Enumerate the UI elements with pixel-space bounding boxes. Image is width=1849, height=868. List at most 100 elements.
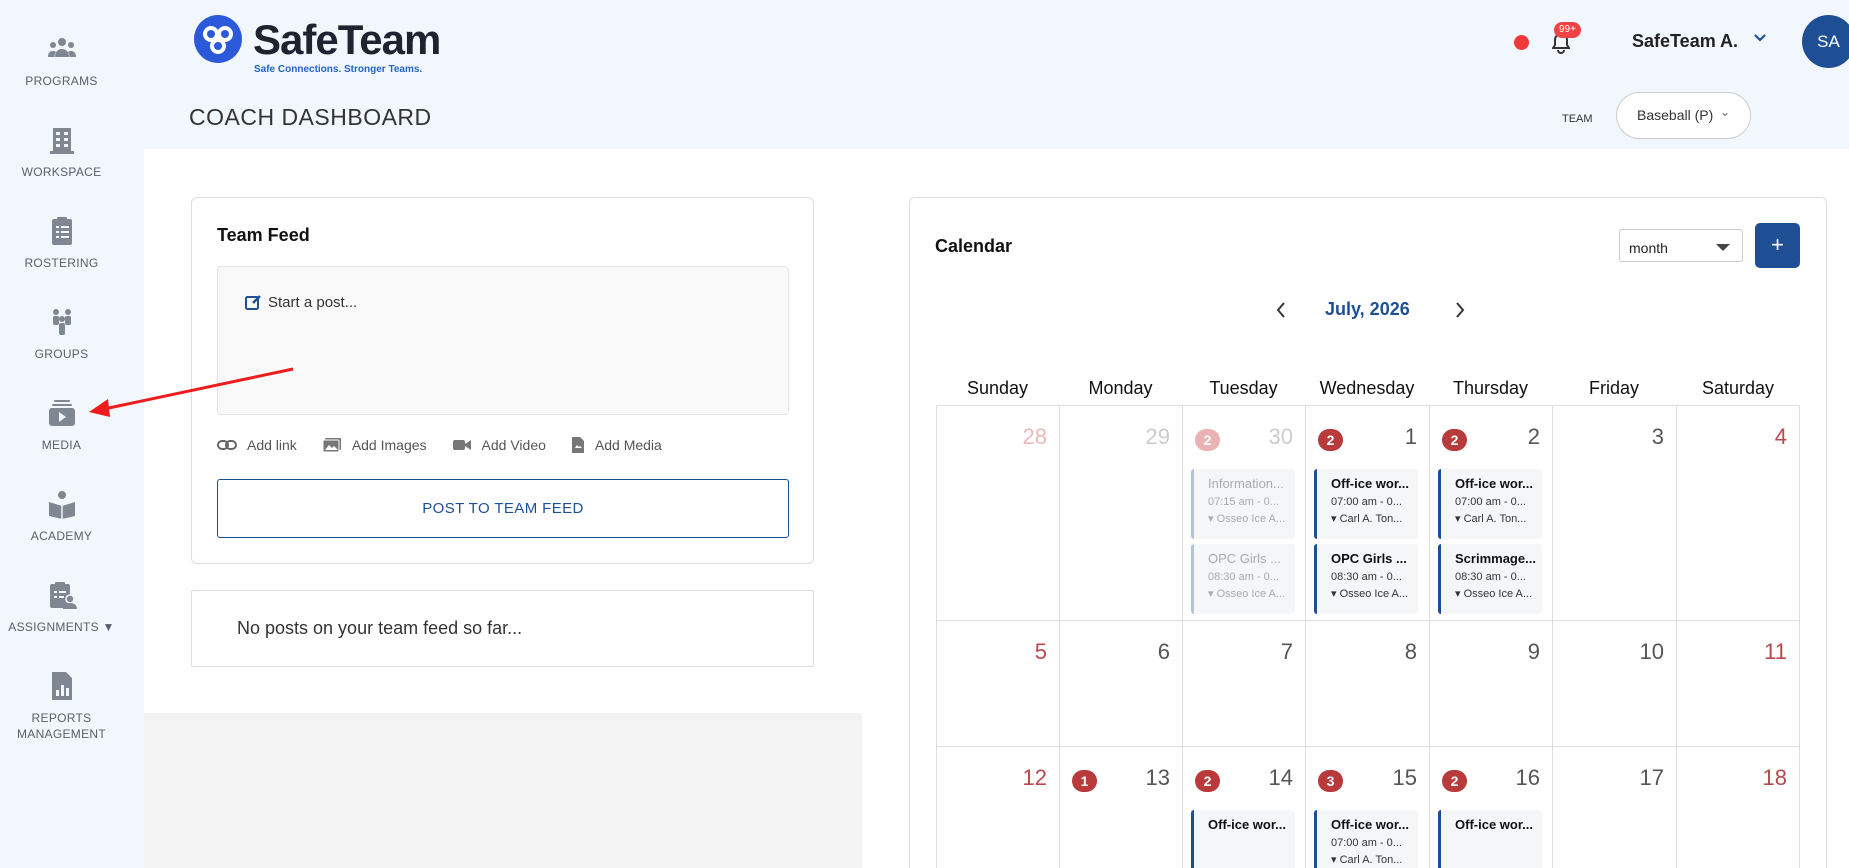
day-number: 9: [1527, 639, 1540, 664]
event-location-text: Carl A. Ton...: [1463, 513, 1527, 525]
user-name[interactable]: SafeTeam A.: [1632, 31, 1738, 52]
chevron-left-icon[interactable]: [1274, 301, 1288, 319]
avatar[interactable]: SA: [1802, 15, 1849, 68]
main-gray-area: [144, 713, 862, 868]
calendar-day-cell[interactable]: 4: [1676, 405, 1800, 620]
event-title: Scrimmage...: [1455, 551, 1536, 566]
event-time: 07:15 am - 0...: [1208, 496, 1279, 508]
location-pin-icon: ▾: [1208, 588, 1217, 600]
calendar-day-cell[interactable]: 14 2 Off-ice wor...: [1182, 746, 1305, 868]
post-to-team-feed-button[interactable]: POST TO TEAM FEED: [217, 479, 789, 538]
calendar-event[interactable]: OPC Girls ... 08:30 am - 0... ▾ Osseo Ice …: [1191, 544, 1295, 614]
sidebar-item-rostering[interactable]: ROSTERING: [0, 215, 123, 271]
day-number: 14: [1268, 765, 1293, 790]
file-icon: [571, 437, 584, 453]
location-pin-icon: ▾: [1455, 588, 1464, 600]
event-location-text: Osseo Ice A...: [1216, 513, 1286, 525]
calendar-day-cell[interactable]: 28: [936, 405, 1059, 620]
calendar-day-cell[interactable]: 2 2 Off-ice wor... 07:00 am - 0... ▾ Carl A.…: [1429, 405, 1552, 620]
event-count-badge: 1: [1072, 770, 1097, 792]
calendar-day-cell[interactable]: 30 2 Information... 07:15 am - 0... ▾ Osseo …: [1182, 405, 1305, 620]
weekday-label: Friday: [1588, 378, 1639, 398]
add-media-button[interactable]: Add Media: [571, 436, 662, 454]
team-feed-title: Team Feed: [217, 225, 310, 245]
calendar-day-cell[interactable]: 18: [1676, 746, 1800, 868]
day-number: 16: [1515, 765, 1540, 790]
sidebar-item-label: WORKSPACE: [21, 165, 102, 179]
calendar-card: Calendar month + July, 2026 Sunday Monday…: [909, 197, 1827, 868]
calendar-day-cell[interactable]: 15 3 Off-ice wor... 07:00 am - 0... ▾ Carl A…: [1305, 746, 1429, 868]
event-count-badge: 2: [1195, 429, 1220, 451]
calendar-title: Calendar: [935, 236, 1013, 256]
calendar-event[interactable]: Off-ice wor... 07:00 am - 0... ▾ Carl A. T…: [1314, 810, 1418, 868]
calendar-event[interactable]: Off-ice wor...: [1191, 810, 1295, 868]
add-video-label: Add Video: [481, 437, 546, 453]
calendar-event[interactable]: Information... 07:15 am - 0... ▾ Osseo Ice…: [1191, 469, 1295, 539]
post-input[interactable]: Start a post...: [217, 266, 789, 415]
team-select[interactable]: Baseball (P) ⌄: [1616, 92, 1751, 139]
event-title: Information...: [1208, 476, 1284, 491]
sidebar-item-media[interactable]: MEDIA: [0, 397, 123, 453]
calendar-event[interactable]: Off-ice wor... 07:00 am - 0... ▾ Carl A. T…: [1438, 469, 1542, 539]
sidebar-item-academy[interactable]: ACADEMY: [0, 488, 123, 544]
calendar-event[interactable]: Off-ice wor...: [1438, 810, 1542, 868]
calendar-day-cell[interactable]: 8: [1305, 620, 1429, 746]
calendar-event[interactable]: Scrimmage... 08:30 am - 0... ▾ Osseo Ice A…: [1438, 544, 1542, 614]
calendar-day-cell[interactable]: 12: [936, 746, 1059, 868]
event-time: 08:30 am - 0...: [1208, 571, 1279, 583]
caret-down-icon: [1716, 244, 1730, 251]
calendar-day-cell[interactable]: 1 2 Off-ice wor... 07:00 am - 0... ▾ Carl A.…: [1305, 405, 1429, 620]
day-number: 3: [1651, 424, 1664, 449]
sidebar-item-label: ASSIGNMENTS ▼: [8, 620, 115, 634]
calendar-event[interactable]: OPC Girls ... 08:30 am - 0... ▾ Osseo Ice …: [1314, 544, 1418, 614]
sidebar-item-workspace[interactable]: WORKSPACE: [0, 124, 123, 180]
calendar-day-cell[interactable]: 5: [936, 620, 1059, 746]
calendar-day-cell[interactable]: 13 1: [1059, 746, 1182, 868]
calendar-day-cell[interactable]: 6: [1059, 620, 1182, 746]
weekday-label: Tuesday: [1209, 378, 1278, 398]
calendar-day-cell[interactable]: 29: [1059, 405, 1182, 620]
sidebar-item-label: REPORTS MANAGEMENT: [16, 711, 106, 741]
event-count-badge: 3: [1318, 770, 1343, 792]
view-select[interactable]: month: [1619, 229, 1743, 262]
day-number: 11: [1764, 639, 1787, 664]
chevron-right-icon[interactable]: [1453, 301, 1467, 319]
sidebar-item-assignments[interactable]: ASSIGNMENTS ▼: [0, 579, 123, 635]
day-number: 7: [1280, 639, 1293, 664]
sidebar-item-label: ROSTERING: [24, 256, 99, 270]
event-location: ▾ Carl A. Ton...: [1455, 512, 1542, 525]
sidebar: PROGRAMS WORKSPACE ROSTERING GROUPS MEDI…: [0, 0, 123, 868]
calendar-event[interactable]: Off-ice wor... 07:00 am - 0... ▾ Carl A. T…: [1314, 469, 1418, 539]
calendar-day-cell[interactable]: 16 2 Off-ice wor...: [1429, 746, 1552, 868]
add-link-button[interactable]: Add link: [217, 436, 297, 454]
event-location: ▾ Osseo Ice A...: [1208, 587, 1295, 600]
chevron-down-icon[interactable]: [1752, 30, 1768, 46]
add-images-button[interactable]: Add Images: [322, 436, 427, 454]
sidebar-item-reports-management[interactable]: REPORTS MANAGEMENT: [0, 670, 123, 742]
calendar-day-cell[interactable]: 9: [1429, 620, 1552, 746]
calendar-day-cell[interactable]: 10: [1552, 620, 1676, 746]
day-number: 8: [1404, 639, 1417, 664]
chevron-down-icon: ⌄: [1719, 105, 1730, 119]
location-pin-icon: ▾: [1331, 513, 1340, 525]
calendar-day-cell[interactable]: 7: [1182, 620, 1305, 746]
add-video-button[interactable]: Add Video: [452, 436, 546, 454]
location-pin-icon: ▾: [1331, 854, 1340, 866]
event-title: Off-ice wor...: [1208, 817, 1287, 832]
event-time: 07:00 am - 0...: [1331, 837, 1402, 849]
day-number: 10: [1639, 639, 1664, 664]
sidebar-item-groups[interactable]: GROUPS: [0, 306, 123, 362]
event-count-badge: 2: [1442, 429, 1467, 451]
event-title: OPC Girls ...: [1331, 551, 1407, 566]
sidebar-item-programs[interactable]: PROGRAMS: [0, 33, 123, 89]
add-event-button[interactable]: +: [1755, 223, 1800, 268]
calendar-day-cell[interactable]: 3: [1552, 405, 1676, 620]
view-select-value: month: [1629, 240, 1668, 256]
video-icon: [452, 440, 471, 450]
logo-tagline: Safe Connections. Stronger Teams.: [254, 64, 423, 75]
event-count-badge: 2: [1442, 770, 1467, 792]
safeteam-logo-icon[interactable]: [193, 14, 243, 64]
calendar-day-cell[interactable]: 11: [1676, 620, 1800, 746]
event-time: 07:00 am - 0...: [1331, 496, 1402, 508]
calendar-day-cell[interactable]: 17: [1552, 746, 1676, 868]
